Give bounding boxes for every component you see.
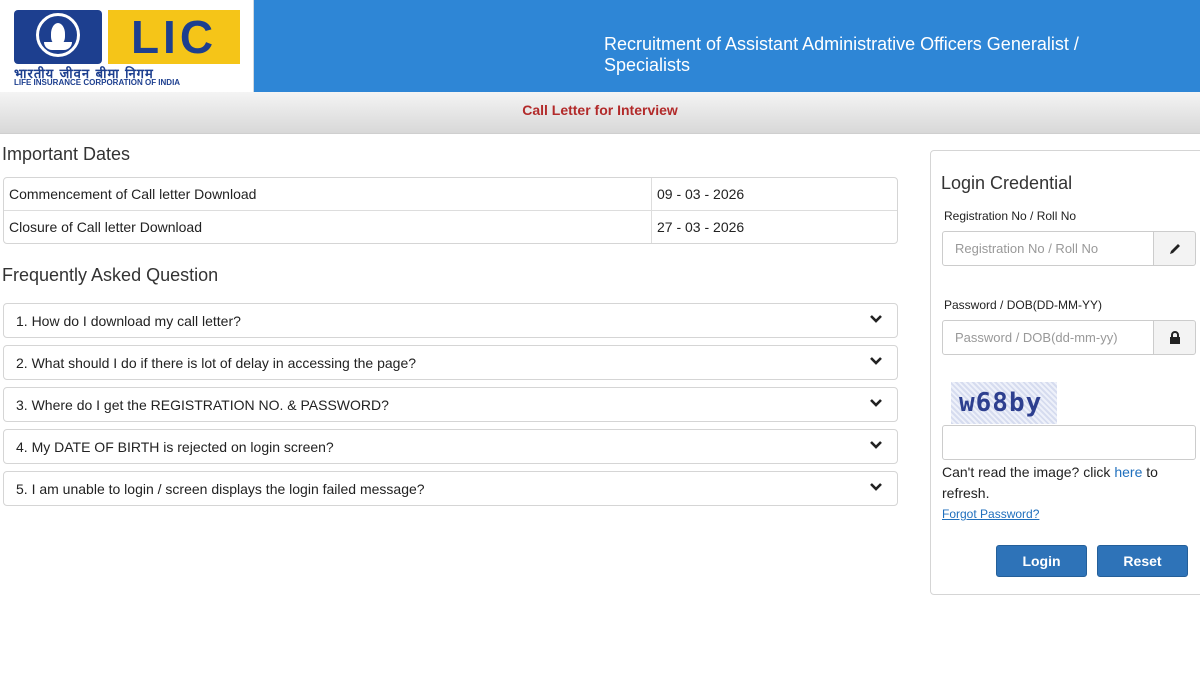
login-button[interactable]: Login (996, 545, 1087, 577)
chevron-down-icon (870, 315, 882, 323)
password-label: Password / DOB(DD-MM-YY) (944, 298, 1103, 312)
site-header: LIC भारतीय जीवन बीमा निगम LIFE INSURANCE… (0, 0, 1200, 92)
faq-heading: Frequently Asked Question (2, 265, 219, 285)
logo-english-text: LIFE INSURANCE CORPORATION OF INDIA (14, 78, 181, 87)
chevron-down-icon (870, 483, 882, 491)
registration-input[interactable] (942, 231, 1154, 266)
captcha-image: w68by (951, 382, 1057, 424)
subheader-bar: Call Letter for Interview (0, 92, 1200, 134)
page-title: Call Letter for Interview (522, 102, 678, 118)
chevron-down-icon (870, 357, 882, 365)
chevron-down-icon (870, 441, 882, 449)
faq-item-5[interactable]: 5. I am unable to login / screen display… (3, 471, 898, 506)
lock-icon (1153, 320, 1196, 355)
lic-emblem-icon (14, 10, 102, 64)
faq-question: 4. My DATE OF BIRTH is rejected on login… (16, 439, 334, 455)
pencil-icon (1153, 231, 1196, 266)
reset-button[interactable]: Reset (1097, 545, 1188, 577)
faq-item-3[interactable]: 3. Where do I get the REGISTRATION NO. &… (3, 387, 898, 422)
date-value: 09 - 03 - 2026 (657, 186, 745, 202)
faq-item-4[interactable]: 4. My DATE OF BIRTH is rejected on login… (3, 429, 898, 464)
table-row: Commencement of Call letter Download 09 … (4, 178, 897, 211)
page-header-title: Recruitment of Assistant Administrative … (604, 34, 1079, 75)
faq-question: 3. Where do I get the REGISTRATION NO. &… (16, 397, 389, 413)
important-dates-table: Commencement of Call letter Download 09 … (3, 177, 898, 244)
captcha-refresh-link[interactable]: here (1114, 464, 1142, 480)
captcha-input[interactable] (942, 425, 1196, 460)
faq-question: 1. How do I download my call letter? (16, 313, 241, 329)
registration-input-group (942, 231, 1196, 266)
login-heading: Login Credential (941, 173, 1073, 193)
important-dates-heading: Important Dates (2, 144, 131, 164)
faq-question: 2. What should I do if there is lot of d… (16, 355, 417, 371)
forgot-password-link[interactable]: Forgot Password? (942, 507, 1039, 521)
date-label: Commencement of Call letter Download (9, 186, 257, 202)
date-label: Closure of Call letter Download (9, 219, 202, 235)
table-row: Closure of Call letter Download 27 - 03 … (4, 211, 897, 243)
faq-question: 5. I am unable to login / screen display… (16, 481, 425, 497)
lic-logo: LIC भारतीय जीवन बीमा निगम LIFE INSURANCE… (0, 0, 254, 92)
faq-item-1[interactable]: 1. How do I download my call letter? (3, 303, 898, 338)
login-panel: Login Credential Registration No / Roll … (930, 150, 1200, 595)
captcha-help-text: Can't read the image? click here to refr… (942, 464, 1158, 501)
logo-wordmark: LIC (108, 10, 240, 64)
registration-label: Registration No / Roll No (944, 209, 1077, 223)
password-input-group (942, 320, 1196, 355)
chevron-down-icon (870, 399, 882, 407)
password-input[interactable] (942, 320, 1154, 355)
date-value: 27 - 03 - 2026 (657, 219, 745, 235)
captcha-text: w68by (959, 388, 1043, 418)
faq-item-2[interactable]: 2. What should I do if there is lot of d… (3, 345, 898, 380)
